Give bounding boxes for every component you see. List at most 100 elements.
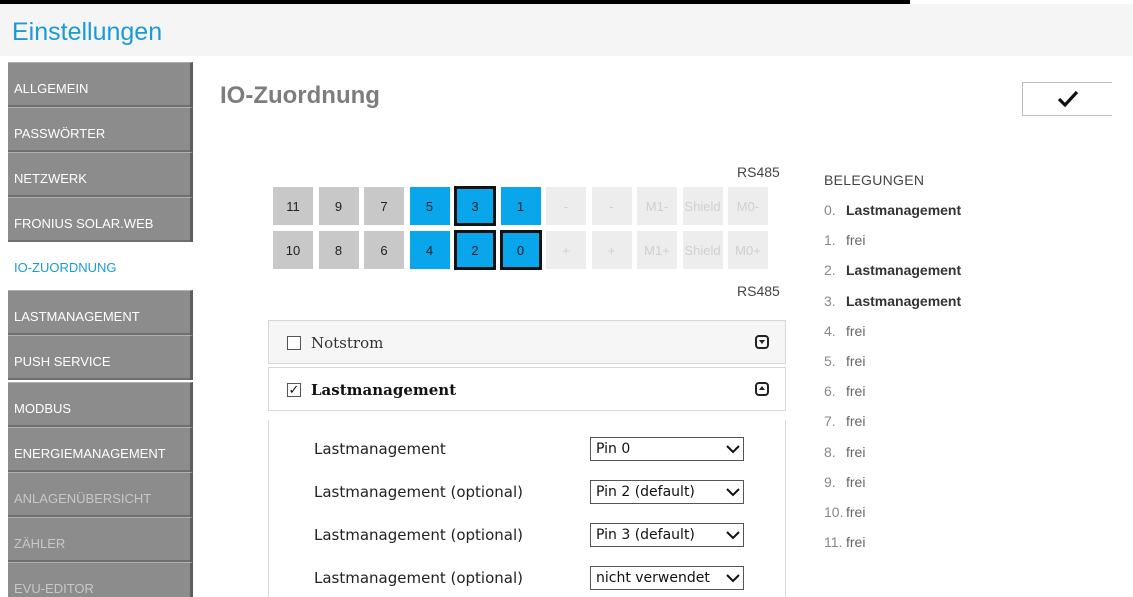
pin-bottom-0[interactable]: 10: [272, 230, 314, 270]
collapse-icon[interactable]: [755, 382, 769, 396]
select-lastmanagement-0[interactable]: Pin 0: [590, 437, 744, 461]
pin-top-0[interactable]: 11: [272, 186, 314, 226]
select-value: nicht verwendet: [596, 570, 710, 586]
belegung-number: 2.: [824, 262, 836, 279]
select-value: Pin 0: [596, 441, 631, 457]
belegung-value: frei: [846, 534, 866, 551]
rs485-top-label: RS485: [737, 164, 780, 180]
belegung-item: 5. frei: [824, 353, 865, 369]
pin-top-7: -: [590, 186, 633, 226]
belegung-item: 0. Lastmanagement: [824, 202, 961, 218]
field-label-lastmanagement-optional: Lastmanagement (optional): [314, 526, 523, 544]
page-title: IO-Zuordnung: [220, 82, 380, 109]
belegungen-title: BELEGUNGEN: [824, 172, 925, 188]
belegung-number: 5.: [824, 353, 836, 369]
field-label-lastmanagement-optional: Lastmanagement (optional): [314, 483, 523, 501]
expand-icon[interactable]: [755, 335, 769, 349]
chevron-down-icon: [726, 443, 740, 455]
belegung-value: Lastmanagement: [846, 262, 962, 279]
sidebar-item-zaehler[interactable]: ZÄHLER: [8, 517, 193, 562]
pin-bottom-4[interactable]: 2: [454, 230, 496, 270]
sidebar-item-modbus[interactable]: MODBUS: [8, 382, 193, 427]
belegung-number: 7.: [824, 413, 836, 430]
notstrom-checkbox[interactable]: [287, 336, 301, 350]
sidebar-item-netzwerk[interactable]: NETZWERK: [8, 152, 193, 197]
sidebar-item-io-zuordnung[interactable]: IO-ZUORDNUNG: [8, 242, 193, 287]
pin-bottom-1[interactable]: 8: [317, 230, 360, 270]
pin-top-4[interactable]: 3: [454, 186, 496, 226]
belegung-item: 6. frei: [824, 383, 865, 399]
sidebar-item-solarweb[interactable]: FRONIUS SOLAR.WEB: [8, 197, 193, 242]
belegung-number: 6.: [824, 383, 836, 400]
belegung-number: 11.: [824, 534, 843, 551]
panel-notstrom-title: Notstrom: [311, 334, 384, 352]
belegung-item: 11. frei: [824, 534, 865, 550]
sidebar-item-passwoerter[interactable]: PASSWÖRTER: [8, 107, 193, 152]
checkmark-icon: [1057, 90, 1078, 108]
pin-bottom-5[interactable]: 0: [499, 230, 542, 270]
pin-bottom-9: Shield: [681, 230, 724, 270]
select-value: Pin 2 (default): [596, 484, 695, 500]
save-button[interactable]: [1022, 82, 1112, 116]
sidebar-item-allgemein[interactable]: ALLGEMEIN: [8, 62, 193, 107]
select-lastmanagement-3[interactable]: nicht verwendet: [590, 566, 744, 590]
app-header: Einstellungen: [0, 4, 1133, 56]
sidebar-item-lastmanagement[interactable]: LASTMANAGEMENT: [8, 290, 193, 335]
belegung-value: frei: [846, 473, 866, 490]
belegung-item: 1. frei: [824, 232, 865, 248]
belegung-item: 3. Lastmanagement: [824, 293, 961, 309]
belegung-item: 10. frei: [824, 504, 865, 520]
belegung-value: Lastmanagement: [846, 292, 962, 309]
belegung-value: frei: [846, 383, 866, 400]
belegung-item: 8. frei: [824, 444, 865, 460]
pin-top-2[interactable]: 7: [363, 186, 405, 226]
belegung-item: 4. frei: [824, 323, 865, 339]
belegung-number: 8.: [824, 443, 836, 460]
chevron-down-icon: [726, 529, 740, 541]
field-label-lastmanagement: Lastmanagement: [314, 440, 446, 458]
pin-top-1[interactable]: 9: [317, 186, 360, 226]
belegung-value: frei: [846, 413, 866, 430]
pin-top-10: M0-: [727, 186, 769, 226]
belegung-value: frei: [846, 504, 866, 520]
belegung-number: 10.: [824, 504, 844, 520]
pin-bottom-2[interactable]: 6: [363, 230, 405, 270]
belegung-number: 0.: [824, 202, 836, 218]
sidebar: ALLGEMEIN PASSWÖRTER NETZWERK FRONIUS SO…: [0, 56, 196, 597]
belegung-value: frei: [846, 322, 866, 339]
pin-top-5[interactable]: 1: [499, 186, 542, 226]
chevron-down-icon: [726, 486, 740, 498]
lastmanagement-checkbox[interactable]: ✓: [287, 383, 301, 397]
panel-notstrom[interactable]: Notstrom: [268, 320, 786, 364]
select-lastmanagement-1[interactable]: Pin 2 (default): [590, 480, 744, 504]
field-label-lastmanagement-optional: Lastmanagement (optional): [314, 569, 523, 587]
app-title: Einstellungen: [12, 18, 163, 46]
pin-top-9: Shield: [681, 186, 724, 226]
panel-lastmanagement-title: Lastmanagement: [311, 381, 457, 399]
rs485-bottom-label: RS485: [737, 283, 780, 299]
belegung-value: frei: [846, 353, 866, 369]
chevron-down-icon: [726, 572, 740, 584]
sidebar-item-push-service[interactable]: PUSH SERVICE: [8, 335, 193, 380]
belegung-item: 2. Lastmanagement: [824, 262, 961, 278]
sidebar-item-energiemanagement[interactable]: ENERGIEMANAGEMENT: [8, 427, 193, 472]
pin-bottom-7: +: [590, 230, 633, 270]
pin-top-8: M1-: [636, 186, 678, 226]
pin-bottom-3[interactable]: 4: [408, 230, 451, 270]
belegung-value: Lastmanagement: [846, 202, 962, 218]
select-lastmanagement-2[interactable]: Pin 3 (default): [590, 523, 744, 547]
belegung-number: 4.: [824, 322, 836, 339]
panel-lastmanagement[interactable]: ✓ Lastmanagement: [268, 367, 786, 411]
pin-bottom-6: +: [545, 230, 587, 270]
main-content: IO-Zuordnung RS485 RS485 11 9 7 5 3 1- - M1- Shi…: [196, 56, 1133, 597]
pin-top-6: -: [545, 186, 587, 226]
sidebar-item-evu-editor[interactable]: EVU-EDITOR: [8, 562, 193, 597]
belegung-number: 1.: [824, 232, 836, 249]
select-value: Pin 3 (default): [596, 527, 695, 543]
belegung-number: 9.: [824, 473, 836, 490]
pin-top-3[interactable]: 5: [408, 186, 451, 226]
pin-bottom-10: M0+: [727, 230, 769, 270]
belegung-item: 7. frei: [824, 413, 865, 429]
pin-bottom-8: M1+: [636, 230, 678, 270]
sidebar-item-anlagenuebersicht[interactable]: ANLAGENÜBERSICHT: [8, 472, 193, 517]
